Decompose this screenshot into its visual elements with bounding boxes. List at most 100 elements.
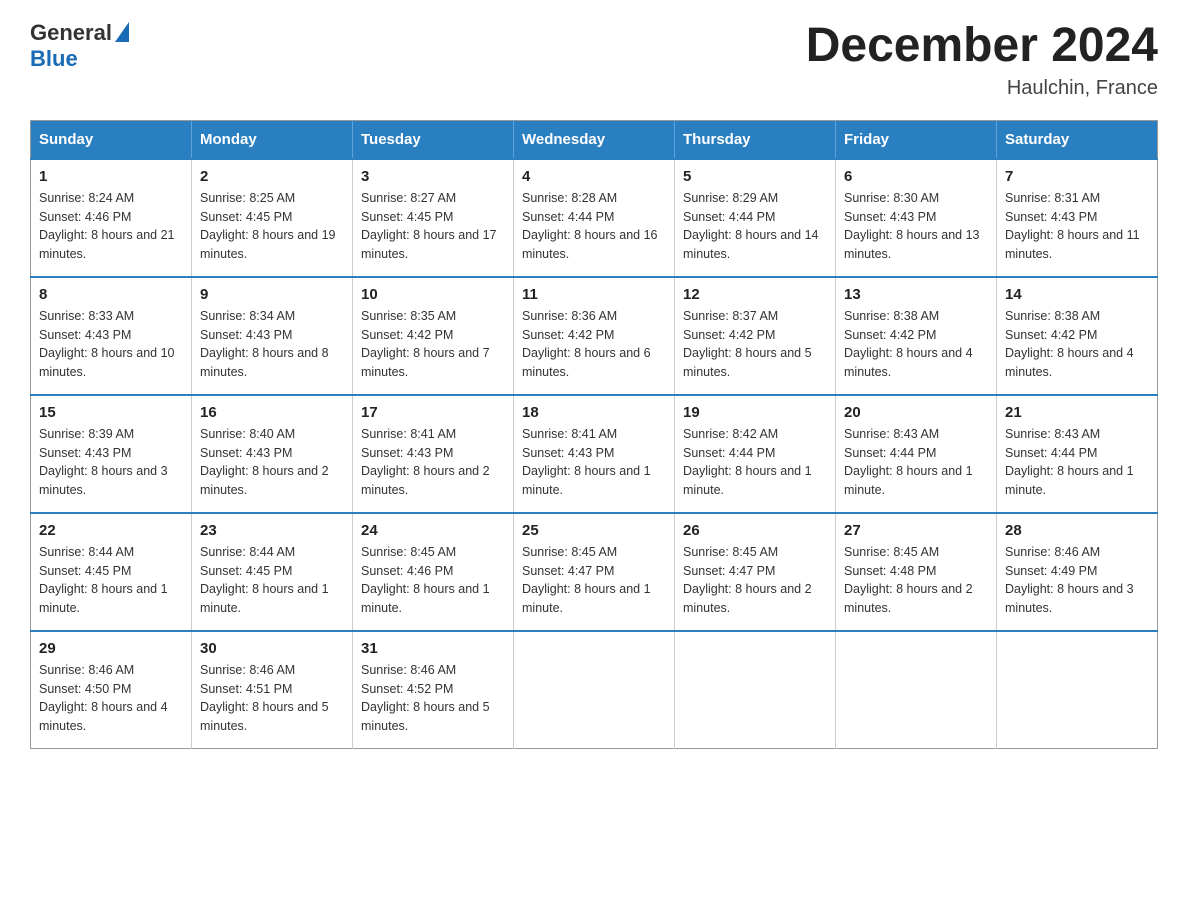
day-info: Sunrise: 8:45 AM Sunset: 4:47 PM Dayligh… bbox=[683, 543, 827, 618]
page-title: December 2024 bbox=[806, 20, 1158, 73]
calendar-cell: 3 Sunrise: 8:27 AM Sunset: 4:45 PM Dayli… bbox=[353, 159, 514, 277]
day-number: 9 bbox=[200, 286, 344, 303]
calendar-cell: 27 Sunrise: 8:45 AM Sunset: 4:48 PM Dayl… bbox=[836, 513, 997, 631]
day-info: Sunrise: 8:38 AM Sunset: 4:42 PM Dayligh… bbox=[1005, 307, 1149, 382]
calendar-cell: 20 Sunrise: 8:43 AM Sunset: 4:44 PM Dayl… bbox=[836, 395, 997, 513]
day-info: Sunrise: 8:36 AM Sunset: 4:42 PM Dayligh… bbox=[522, 307, 666, 382]
calendar-cell: 5 Sunrise: 8:29 AM Sunset: 4:44 PM Dayli… bbox=[675, 159, 836, 277]
page-header: General Blue December 2024 Haulchin, Fra… bbox=[30, 20, 1158, 100]
day-number: 29 bbox=[39, 640, 183, 657]
day-number: 21 bbox=[1005, 404, 1149, 421]
day-number: 19 bbox=[683, 404, 827, 421]
calendar-cell: 16 Sunrise: 8:40 AM Sunset: 4:43 PM Dayl… bbox=[192, 395, 353, 513]
day-number: 14 bbox=[1005, 286, 1149, 303]
calendar-cell: 26 Sunrise: 8:45 AM Sunset: 4:47 PM Dayl… bbox=[675, 513, 836, 631]
day-info: Sunrise: 8:44 AM Sunset: 4:45 PM Dayligh… bbox=[39, 543, 183, 618]
day-number: 28 bbox=[1005, 522, 1149, 539]
title-section: December 2024 Haulchin, France bbox=[806, 20, 1158, 100]
calendar-cell: 13 Sunrise: 8:38 AM Sunset: 4:42 PM Dayl… bbox=[836, 277, 997, 395]
calendar-cell: 14 Sunrise: 8:38 AM Sunset: 4:42 PM Dayl… bbox=[997, 277, 1158, 395]
logo: General Blue bbox=[30, 20, 129, 72]
calendar-header-tuesday: Tuesday bbox=[353, 120, 514, 159]
day-info: Sunrise: 8:45 AM Sunset: 4:48 PM Dayligh… bbox=[844, 543, 988, 618]
calendar-cell bbox=[675, 631, 836, 749]
day-info: Sunrise: 8:40 AM Sunset: 4:43 PM Dayligh… bbox=[200, 425, 344, 500]
calendar-cell: 10 Sunrise: 8:35 AM Sunset: 4:42 PM Dayl… bbox=[353, 277, 514, 395]
calendar-cell: 9 Sunrise: 8:34 AM Sunset: 4:43 PM Dayli… bbox=[192, 277, 353, 395]
day-info: Sunrise: 8:42 AM Sunset: 4:44 PM Dayligh… bbox=[683, 425, 827, 500]
calendar-cell bbox=[997, 631, 1158, 749]
calendar-cell: 7 Sunrise: 8:31 AM Sunset: 4:43 PM Dayli… bbox=[997, 159, 1158, 277]
day-info: Sunrise: 8:29 AM Sunset: 4:44 PM Dayligh… bbox=[683, 189, 827, 264]
calendar-week-row: 8 Sunrise: 8:33 AM Sunset: 4:43 PM Dayli… bbox=[31, 277, 1158, 395]
day-info: Sunrise: 8:46 AM Sunset: 4:50 PM Dayligh… bbox=[39, 661, 183, 736]
day-number: 3 bbox=[361, 168, 505, 185]
calendar-week-row: 1 Sunrise: 8:24 AM Sunset: 4:46 PM Dayli… bbox=[31, 159, 1158, 277]
day-number: 25 bbox=[522, 522, 666, 539]
calendar-header-row: SundayMondayTuesdayWednesdayThursdayFrid… bbox=[31, 120, 1158, 159]
calendar-cell bbox=[836, 631, 997, 749]
day-number: 24 bbox=[361, 522, 505, 539]
calendar-cell: 31 Sunrise: 8:46 AM Sunset: 4:52 PM Dayl… bbox=[353, 631, 514, 749]
day-info: Sunrise: 8:31 AM Sunset: 4:43 PM Dayligh… bbox=[1005, 189, 1149, 264]
calendar-cell: 12 Sunrise: 8:37 AM Sunset: 4:42 PM Dayl… bbox=[675, 277, 836, 395]
day-number: 10 bbox=[361, 286, 505, 303]
calendar-header-thursday: Thursday bbox=[675, 120, 836, 159]
day-number: 17 bbox=[361, 404, 505, 421]
calendar-cell: 6 Sunrise: 8:30 AM Sunset: 4:43 PM Dayli… bbox=[836, 159, 997, 277]
calendar-cell: 19 Sunrise: 8:42 AM Sunset: 4:44 PM Dayl… bbox=[675, 395, 836, 513]
logo-text-general: General bbox=[30, 20, 112, 46]
day-number: 27 bbox=[844, 522, 988, 539]
calendar-cell: 21 Sunrise: 8:43 AM Sunset: 4:44 PM Dayl… bbox=[997, 395, 1158, 513]
day-info: Sunrise: 8:39 AM Sunset: 4:43 PM Dayligh… bbox=[39, 425, 183, 500]
day-info: Sunrise: 8:43 AM Sunset: 4:44 PM Dayligh… bbox=[1005, 425, 1149, 500]
calendar-cell: 30 Sunrise: 8:46 AM Sunset: 4:51 PM Dayl… bbox=[192, 631, 353, 749]
day-info: Sunrise: 8:37 AM Sunset: 4:42 PM Dayligh… bbox=[683, 307, 827, 382]
calendar-cell: 4 Sunrise: 8:28 AM Sunset: 4:44 PM Dayli… bbox=[514, 159, 675, 277]
day-info: Sunrise: 8:44 AM Sunset: 4:45 PM Dayligh… bbox=[200, 543, 344, 618]
day-number: 18 bbox=[522, 404, 666, 421]
day-number: 11 bbox=[522, 286, 666, 303]
day-number: 22 bbox=[39, 522, 183, 539]
calendar-header-sunday: Sunday bbox=[31, 120, 192, 159]
day-info: Sunrise: 8:34 AM Sunset: 4:43 PM Dayligh… bbox=[200, 307, 344, 382]
day-info: Sunrise: 8:25 AM Sunset: 4:45 PM Dayligh… bbox=[200, 189, 344, 264]
calendar-header-monday: Monday bbox=[192, 120, 353, 159]
day-info: Sunrise: 8:33 AM Sunset: 4:43 PM Dayligh… bbox=[39, 307, 183, 382]
calendar-week-row: 29 Sunrise: 8:46 AM Sunset: 4:50 PM Dayl… bbox=[31, 631, 1158, 749]
calendar-cell: 15 Sunrise: 8:39 AM Sunset: 4:43 PM Dayl… bbox=[31, 395, 192, 513]
day-info: Sunrise: 8:35 AM Sunset: 4:42 PM Dayligh… bbox=[361, 307, 505, 382]
day-number: 4 bbox=[522, 168, 666, 185]
calendar-cell: 23 Sunrise: 8:44 AM Sunset: 4:45 PM Dayl… bbox=[192, 513, 353, 631]
day-info: Sunrise: 8:45 AM Sunset: 4:46 PM Dayligh… bbox=[361, 543, 505, 618]
calendar-cell: 25 Sunrise: 8:45 AM Sunset: 4:47 PM Dayl… bbox=[514, 513, 675, 631]
day-info: Sunrise: 8:46 AM Sunset: 4:51 PM Dayligh… bbox=[200, 661, 344, 736]
calendar-cell: 2 Sunrise: 8:25 AM Sunset: 4:45 PM Dayli… bbox=[192, 159, 353, 277]
day-number: 6 bbox=[844, 168, 988, 185]
day-number: 16 bbox=[200, 404, 344, 421]
day-number: 20 bbox=[844, 404, 988, 421]
logo-triangle-icon bbox=[115, 22, 129, 42]
calendar-cell: 22 Sunrise: 8:44 AM Sunset: 4:45 PM Dayl… bbox=[31, 513, 192, 631]
calendar-cell: 1 Sunrise: 8:24 AM Sunset: 4:46 PM Dayli… bbox=[31, 159, 192, 277]
day-number: 23 bbox=[200, 522, 344, 539]
day-number: 5 bbox=[683, 168, 827, 185]
day-info: Sunrise: 8:27 AM Sunset: 4:45 PM Dayligh… bbox=[361, 189, 505, 264]
calendar-cell: 18 Sunrise: 8:41 AM Sunset: 4:43 PM Dayl… bbox=[514, 395, 675, 513]
day-info: Sunrise: 8:45 AM Sunset: 4:47 PM Dayligh… bbox=[522, 543, 666, 618]
day-info: Sunrise: 8:41 AM Sunset: 4:43 PM Dayligh… bbox=[361, 425, 505, 500]
day-number: 7 bbox=[1005, 168, 1149, 185]
day-number: 30 bbox=[200, 640, 344, 657]
day-info: Sunrise: 8:24 AM Sunset: 4:46 PM Dayligh… bbox=[39, 189, 183, 264]
day-number: 15 bbox=[39, 404, 183, 421]
day-info: Sunrise: 8:41 AM Sunset: 4:43 PM Dayligh… bbox=[522, 425, 666, 500]
calendar-header-friday: Friday bbox=[836, 120, 997, 159]
location-subtitle: Haulchin, France bbox=[806, 77, 1158, 100]
day-info: Sunrise: 8:43 AM Sunset: 4:44 PM Dayligh… bbox=[844, 425, 988, 500]
calendar-cell: 11 Sunrise: 8:36 AM Sunset: 4:42 PM Dayl… bbox=[514, 277, 675, 395]
calendar-cell: 24 Sunrise: 8:45 AM Sunset: 4:46 PM Dayl… bbox=[353, 513, 514, 631]
day-number: 8 bbox=[39, 286, 183, 303]
calendar-cell bbox=[514, 631, 675, 749]
calendar-cell: 28 Sunrise: 8:46 AM Sunset: 4:49 PM Dayl… bbox=[997, 513, 1158, 631]
calendar-week-row: 22 Sunrise: 8:44 AM Sunset: 4:45 PM Dayl… bbox=[31, 513, 1158, 631]
